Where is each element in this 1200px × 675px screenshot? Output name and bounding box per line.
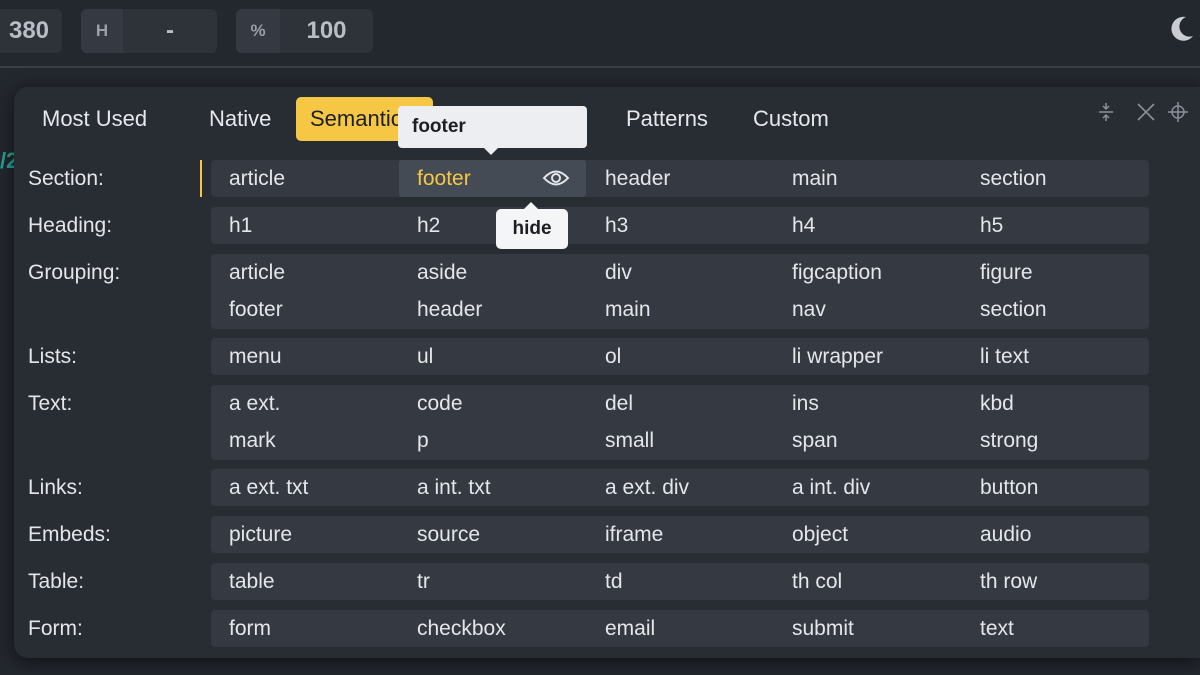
item-td[interactable]: td	[605, 563, 623, 600]
item-footer[interactable]: footer	[229, 291, 283, 328]
row-section: article footer header main section	[211, 160, 1149, 197]
item-email[interactable]: email	[605, 610, 655, 647]
item-main[interactable]: main	[792, 160, 838, 197]
height-prefix: H	[81, 9, 123, 53]
width-value[interactable]: 380	[0, 17, 62, 45]
item-h1[interactable]: h1	[229, 207, 252, 244]
row-label-text: Text:	[28, 392, 73, 415]
row-links: a ext. txt a int. txt a ext. div a int. …	[211, 469, 1149, 506]
width-field[interactable]: 380	[0, 9, 62, 53]
item-footer-hovered[interactable]: footer	[399, 160, 586, 197]
tab-native[interactable]: Native	[195, 97, 285, 141]
row-grouping: article aside div figcaption figure foot…	[211, 254, 1149, 329]
item-code[interactable]: code	[417, 385, 463, 422]
item-a-int-txt[interactable]: a int. txt	[417, 469, 491, 506]
close-icon[interactable]	[1135, 101, 1157, 123]
item-mark[interactable]: mark	[229, 422, 276, 459]
item-a-ext[interactable]: a ext.	[229, 385, 280, 422]
row-heading: h1 h2 h3 h4 h5	[211, 207, 1149, 244]
item-picture[interactable]: picture	[229, 516, 292, 553]
active-row-marker	[200, 160, 202, 197]
row-form: form checkbox email submit text	[211, 610, 1149, 647]
item-checkbox[interactable]: checkbox	[417, 610, 506, 647]
item-form[interactable]: form	[229, 610, 271, 647]
height-field[interactable]: H -	[81, 9, 217, 53]
row-text: a ext. code del ins kbd mark p small spa…	[211, 385, 1149, 460]
item-a-ext-div[interactable]: a ext. div	[605, 469, 689, 506]
item-nav[interactable]: nav	[792, 291, 826, 328]
tab-patterns[interactable]: Patterns	[612, 97, 722, 141]
item-strong[interactable]: strong	[980, 422, 1038, 459]
item-a-int-div[interactable]: a int. div	[792, 469, 870, 506]
item-a-ext-txt[interactable]: a ext. txt	[229, 469, 308, 506]
item-ins[interactable]: ins	[792, 385, 819, 422]
percent-value[interactable]: 100	[280, 17, 373, 45]
item-del[interactable]: del	[605, 385, 633, 422]
item-header[interactable]: header	[605, 160, 670, 197]
item-h4[interactable]: h4	[792, 207, 815, 244]
row-table: table tr td th col th row	[211, 563, 1149, 600]
crosshair-icon[interactable]	[1167, 101, 1189, 123]
row-lists: menu ul ol li wrapper li text	[211, 338, 1149, 375]
item-submit[interactable]: submit	[792, 610, 854, 647]
item-object[interactable]: object	[792, 516, 848, 553]
row-label-links: Links:	[28, 476, 83, 499]
item-source[interactable]: source	[417, 516, 480, 553]
item-figure[interactable]: figure	[980, 254, 1033, 291]
item-audio[interactable]: audio	[980, 516, 1031, 553]
item-p[interactable]: p	[417, 422, 429, 459]
moon-icon[interactable]	[1166, 14, 1196, 44]
item-h3[interactable]: h3	[605, 207, 628, 244]
row-label-section: Section:	[28, 167, 104, 190]
item-main[interactable]: main	[605, 291, 651, 328]
item-tr[interactable]: tr	[417, 563, 430, 600]
item-th-col[interactable]: th col	[792, 563, 842, 600]
row-label-heading: Heading:	[28, 214, 113, 237]
row-label-lists: Lists:	[28, 345, 78, 368]
item-li-wrapper[interactable]: li wrapper	[792, 338, 883, 375]
item-section[interactable]: section	[980, 160, 1047, 197]
item-article[interactable]: article	[229, 160, 285, 197]
item-h2[interactable]: h2	[417, 207, 440, 244]
tab-custom[interactable]: Custom	[739, 97, 843, 141]
percent-field[interactable]: % 100	[236, 9, 373, 53]
tab-most-used[interactable]: Most Used	[28, 97, 161, 141]
item-h5[interactable]: h5	[980, 207, 1003, 244]
row-embeds: picture source iframe object audio	[211, 516, 1149, 553]
item-div[interactable]: div	[605, 254, 632, 291]
item-button[interactable]: button	[980, 469, 1038, 506]
item-article[interactable]: article	[229, 254, 285, 291]
element-tooltip: footer	[398, 106, 587, 155]
item-table[interactable]: table	[229, 563, 275, 600]
element-picker-panel: Most Used Native Semantic Patterns Custo…	[14, 87, 1200, 658]
top-toolbar: 380 H - % 100	[0, 0, 1200, 68]
item-ol[interactable]: ol	[605, 338, 621, 375]
item-text[interactable]: text	[980, 610, 1014, 647]
item-menu[interactable]: menu	[229, 338, 282, 375]
item-kbd[interactable]: kbd	[980, 385, 1014, 422]
item-iframe[interactable]: iframe	[605, 516, 663, 553]
collapse-icon[interactable]	[1095, 101, 1117, 123]
height-value[interactable]: -	[123, 17, 217, 45]
item-small[interactable]: small	[605, 422, 654, 459]
item-figcaption[interactable]: figcaption	[792, 254, 882, 291]
row-label-form: Form:	[28, 617, 83, 640]
item-section[interactable]: section	[980, 291, 1047, 328]
item-th-row[interactable]: th row	[980, 563, 1037, 600]
percent-prefix: %	[236, 9, 280, 53]
eye-icon[interactable]	[542, 167, 570, 189]
item-aside[interactable]: aside	[417, 254, 467, 291]
item-ul[interactable]: ul	[417, 338, 433, 375]
item-footer-label: footer	[417, 166, 471, 190]
row-label-table: Table:	[28, 570, 85, 593]
row-label-grouping: Grouping:	[28, 261, 121, 284]
row-label-embeds: Embeds:	[28, 523, 111, 546]
item-header[interactable]: header	[417, 291, 482, 328]
item-li-text[interactable]: li text	[980, 338, 1029, 375]
hide-tooltip: hide	[496, 202, 568, 249]
item-span[interactable]: span	[792, 422, 838, 459]
